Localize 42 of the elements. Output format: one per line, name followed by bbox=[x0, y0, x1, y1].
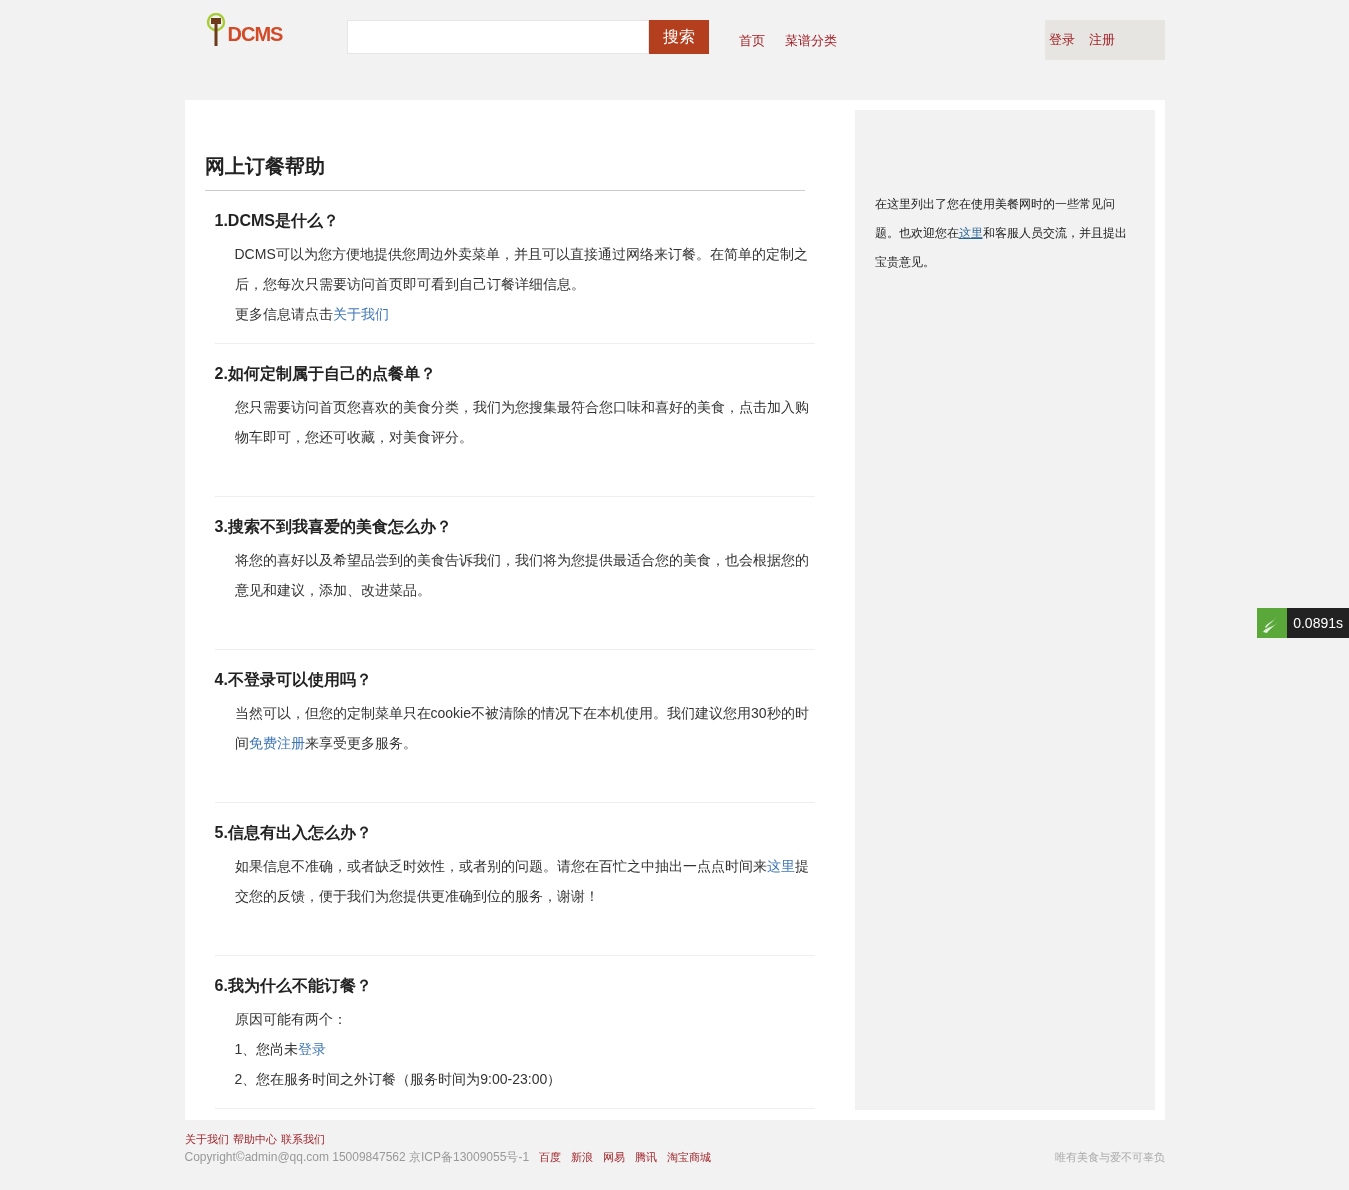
question-title: 1.DCMS是什么？ bbox=[214, 211, 340, 231]
nav-link[interactable]: 菜谱分类 bbox=[785, 31, 838, 51]
text-link[interactable]: 关于我们 bbox=[332, 306, 389, 322]
search-button[interactable]: 搜索 bbox=[649, 20, 710, 54]
answer-text: 如果信息不准确，或者缺乏时效性，或者别的问题。请您在百忙之中抽出一点点时间来这里提交您的反馈，便于我们为您提供更准确到位的服务，谢谢！ bbox=[234, 857, 810, 906]
partner-link[interactable]: 百度 bbox=[539, 1148, 562, 1166]
search-field[interactable] bbox=[347, 20, 650, 54]
text-link[interactable]: 免费注册 bbox=[248, 735, 305, 751]
account-link[interactable]: 注册 bbox=[1088, 30, 1115, 50]
partner-link[interactable]: 腾讯 bbox=[635, 1148, 658, 1166]
question-title: 5.信息有出入怎么办？ bbox=[214, 823, 373, 843]
answer-text: 您只需要访问首页您喜欢的美食分类，我们为您搜集最符合您口味和喜好的美食，点击加入购物车即可，您还可收藏，对美食评分。 bbox=[234, 398, 810, 447]
answer-text: 将您的喜好以及希望品尝到的美食告诉我们，我们将为您提供最适合您的美食，也会根据您的意见和建议，添加、改进菜品。 bbox=[234, 551, 810, 600]
question-title: 4.不登录可以使用吗？ bbox=[214, 670, 373, 690]
slogan-text: 唯有美食与爱不可辜负 bbox=[1054, 1150, 1165, 1165]
nav-link[interactable]: 首页 bbox=[739, 31, 766, 51]
sidebar-text: 在这里列出了您在使用美餐网时的一些常见问题。也欢迎您在这里和客服人员交流，并且提出宝贵意见。 bbox=[874, 196, 1128, 271]
tree-fork-icon bbox=[204, 13, 227, 47]
account-link[interactable]: 登录 bbox=[1048, 30, 1075, 50]
partner-link[interactable]: 网易 bbox=[603, 1148, 626, 1166]
partner-link[interactable]: 新浪 bbox=[571, 1148, 594, 1166]
question-title: 3.搜索不到我喜爱的美食怎么办？ bbox=[214, 517, 453, 537]
flame-icon bbox=[1257, 608, 1288, 638]
text-link[interactable]: 这里 bbox=[958, 226, 983, 240]
answer-text: 原因可能有两个： bbox=[234, 1010, 348, 1029]
question-title: 6.我为什么不能订餐？ bbox=[214, 976, 373, 996]
page-title: 网上订餐帮助 bbox=[204, 152, 805, 191]
answer-text: 1、您尚未登录 bbox=[234, 1040, 328, 1059]
copyright-text: Copyright©admin@qq.com 15009847562 京ICP备13009055号-1 bbox=[184, 1149, 530, 1166]
footer-link[interactable]: 联系我们 bbox=[280, 1130, 325, 1148]
partner-link[interactable]: 淘宝商城 bbox=[667, 1148, 712, 1166]
question-title: 2.如何定制属于自己的点餐单？ bbox=[214, 364, 437, 384]
timer-text: 0.0891s bbox=[1292, 614, 1344, 633]
answer-text: 2、您在服务时间之外订餐（服务时间为9:00-23:00） bbox=[234, 1070, 563, 1089]
footer-link[interactable]: 关于我们 bbox=[184, 1130, 229, 1148]
text-link[interactable]: 登录 bbox=[298, 1041, 327, 1057]
text-link[interactable]: 这里 bbox=[766, 858, 795, 874]
answer-text: 更多信息请点击关于我们 bbox=[234, 305, 390, 324]
answer-text: 当然可以，但您的定制菜单只在cookie不被清除的情况下在本机使用。我们建议您用30秒的时间免费注册来享受更多服务。 bbox=[234, 704, 810, 753]
answer-text: DCMS可以为您方便地提供您周边外卖菜单，并且可以直接通过网络来订餐。在简单的定制之后，您每次只需要访问首页即可看到自己订餐详细信息。 bbox=[234, 245, 809, 294]
footer-link[interactable]: 帮助中心 bbox=[232, 1130, 277, 1148]
logo[interactable]: DCMS bbox=[204, 13, 283, 47]
